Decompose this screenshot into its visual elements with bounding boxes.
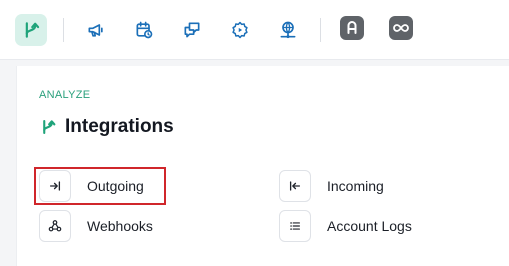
megaphone-icon (88, 24, 103, 37)
outgoing-label: Outgoing (87, 178, 144, 194)
network-button[interactable] (272, 14, 304, 46)
branch-icon (43, 119, 56, 135)
list-icon (290, 222, 300, 230)
section-label: ANALYZE (39, 89, 91, 101)
arrow-right-in-icon (49, 181, 61, 191)
page-title: Integrations (65, 116, 174, 137)
gear-play-icon (232, 21, 248, 39)
letter-a-icon (347, 21, 357, 34)
app-one-button[interactable] (340, 16, 364, 40)
conversations-button[interactable] (176, 14, 208, 46)
top-toolbar (0, 0, 509, 60)
account-logs-item[interactable]: Account Logs (279, 210, 412, 242)
branch-icon (25, 22, 40, 38)
calendar-clock-icon (136, 21, 153, 39)
page-title-row: Integrations (39, 116, 174, 138)
globe-network-icon (280, 21, 296, 39)
automation-button[interactable] (224, 14, 256, 46)
webhooks-item[interactable]: Webhooks (39, 210, 153, 242)
webhooks-icon-box (39, 210, 71, 242)
arrow-left-in-icon (289, 181, 301, 191)
outgoing-item[interactable]: Outgoing (39, 170, 144, 202)
chat-bubbles-icon (184, 22, 200, 38)
campaigns-button[interactable] (80, 14, 112, 46)
app-two-button[interactable] (389, 16, 413, 40)
outgoing-icon-box (39, 170, 71, 202)
toolbar-divider (320, 18, 321, 42)
schedule-button[interactable] (128, 14, 160, 46)
incoming-item[interactable]: Incoming (279, 170, 384, 202)
integrations-panel: ANALYZE Integrations Outgoing Incoming W… (16, 66, 509, 266)
webhook-icon (48, 220, 62, 232)
webhooks-label: Webhooks (87, 218, 153, 234)
incoming-icon-box (279, 170, 311, 202)
toolbar-divider (63, 18, 64, 42)
incoming-label: Incoming (327, 178, 384, 194)
account-logs-label: Account Logs (327, 218, 412, 234)
infinity-icon (393, 24, 409, 32)
integrations-button[interactable] (15, 14, 47, 46)
account-logs-icon-box (279, 210, 311, 242)
